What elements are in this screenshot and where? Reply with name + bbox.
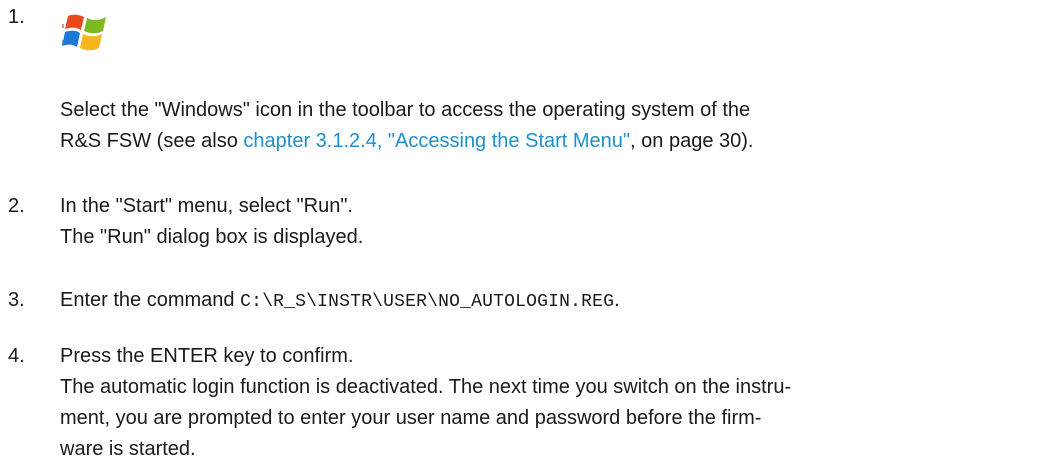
step-4-line-3: ment, you are prompted to enter your use… — [60, 407, 762, 429]
step-1-line-2-suffix: , on page 30). — [630, 130, 754, 152]
command-path: C:\R_S\INSTR\USER\NO_AUTOLOGIN.REG — [240, 292, 615, 312]
step-4-line-4: ware is started. — [60, 438, 196, 460]
step-3-line-1: Enter the command C:\R_S\INSTR\USER\NO_A… — [60, 285, 1020, 318]
step-1-line-1: Select the "Windows" icon in the toolbar… — [60, 99, 751, 121]
step-3-prefix: Enter the command — [60, 289, 241, 311]
step-number: 4. — [8, 345, 25, 367]
step-1-line-2-prefix: R&S FSW (see also — [60, 130, 244, 152]
step-3-suffix: . — [614, 289, 620, 311]
step-number: 3. — [8, 289, 25, 311]
step-number: 1. — [8, 6, 25, 28]
step-4-line-1: Press the ENTER key to confirm. — [60, 345, 354, 367]
step-2-line-2: The "Run" dialog box is displayed. — [60, 226, 364, 248]
instruction-page: 1. Select the "Windows" icon in the tool… — [0, 0, 1041, 465]
windows-logo-icon[interactable] — [62, 10, 112, 54]
step-1-line-2: R&S FSW (see also chapter 3.1.2.4, "Acce… — [60, 126, 1020, 157]
step-number: 2. — [8, 195, 25, 217]
chapter-reference-link[interactable]: chapter 3.1.2.4, "Accessing the Start Me… — [243, 130, 630, 152]
step-2-line-1: In the "Start" menu, select "Run". — [60, 195, 353, 217]
step-4-line-2: The automatic login function is deactiva… — [60, 376, 792, 398]
